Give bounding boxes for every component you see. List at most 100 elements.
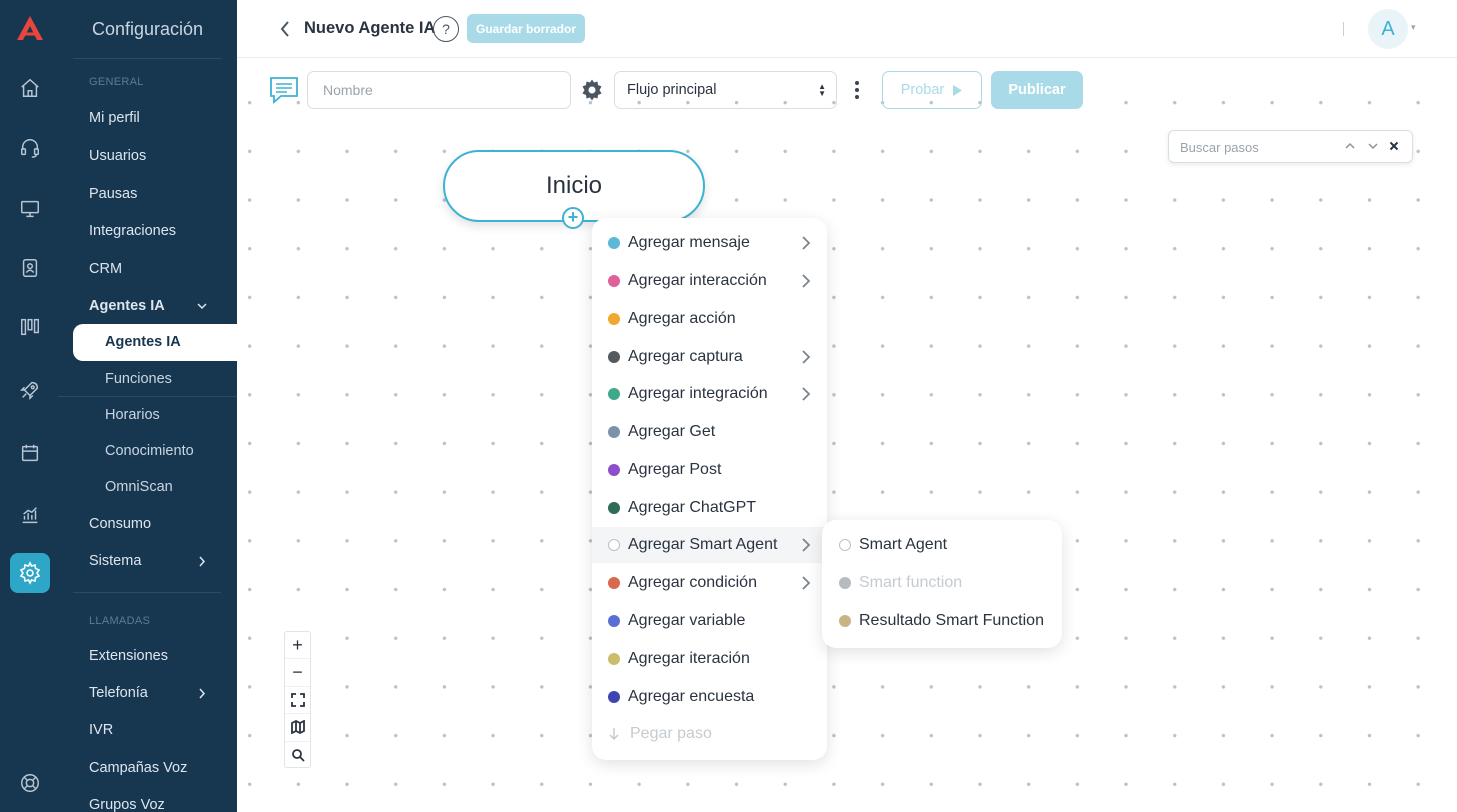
- submenu-item-smart-function-result[interactable]: Resultado Smart Function: [839, 612, 1044, 630]
- nav-item-usage[interactable]: Consumo: [89, 516, 151, 532]
- menu-item-add-survey[interactable]: Agregar encuesta: [592, 679, 827, 715]
- nav-item-system[interactable]: Sistema: [89, 553, 141, 569]
- menu-item-label: Agregar encuesta: [628, 688, 755, 705]
- menu-item-add-get[interactable]: Agregar Get: [592, 414, 827, 450]
- nav-group-ai-agents[interactable]: Agentes IA: [89, 298, 165, 314]
- calendar-icon[interactable]: [17, 440, 43, 466]
- color-dot: [608, 691, 620, 703]
- smart-agent-submenu: Smart Agent Smart function Resultado Sma…: [822, 520, 1062, 648]
- menu-item-add-capture[interactable]: Agregar captura: [592, 339, 827, 375]
- menu-item-add-integration[interactable]: Agregar integración: [592, 376, 827, 412]
- section-general: GENERAL: [89, 76, 144, 88]
- chevron-right-icon: [802, 576, 811, 590]
- kanban-icon[interactable]: [17, 314, 43, 340]
- help-icon[interactable]: ?: [433, 16, 459, 42]
- menu-item-label: Agregar Get: [628, 423, 716, 440]
- search-steps-input[interactable]: Buscar pasos: [1180, 140, 1259, 155]
- menu-item-add-message[interactable]: Agregar mensaje: [592, 225, 827, 261]
- zoom-controls: + −: [284, 631, 311, 768]
- agent-name-input[interactable]: [307, 71, 571, 109]
- save-draft-button[interactable]: Guardar borrador: [467, 14, 585, 43]
- nav-sub-schedules[interactable]: Horarios: [105, 407, 160, 423]
- nav-item-crm[interactable]: CRM: [89, 261, 122, 277]
- test-button[interactable]: Probar: [882, 71, 982, 109]
- color-dot: [608, 351, 620, 363]
- chevron-down-icon[interactable]: [1367, 141, 1379, 151]
- menu-item-paste-step[interactable]: Pegar paso: [592, 716, 827, 752]
- chevron-right-icon: [199, 556, 206, 567]
- nav-sub-knowledge[interactable]: Conocimiento: [105, 443, 194, 459]
- caret-down-icon[interactable]: ▾: [1411, 22, 1416, 33]
- contacts-icon[interactable]: [17, 255, 43, 281]
- nav-sub-functions[interactable]: Funciones: [105, 371, 172, 387]
- minimap-icon[interactable]: [285, 714, 310, 742]
- menu-item-label: Agregar Smart Agent: [628, 536, 778, 553]
- menu-item-label: Agregar Post: [628, 461, 722, 478]
- submenu-item-smart-agent[interactable]: Smart Agent: [839, 536, 947, 554]
- color-dot: [608, 502, 620, 514]
- menu-item-label: Agregar variable: [628, 612, 746, 629]
- analytics-icon[interactable]: [17, 502, 43, 528]
- flow-select[interactable]: Flujo principal ▲ ▼: [614, 71, 837, 109]
- nav-item-extensions[interactable]: Extensiones: [89, 648, 168, 664]
- menu-item-add-post[interactable]: Agregar Post: [592, 452, 827, 488]
- menu-item-add-iteration[interactable]: Agregar iteración: [592, 641, 827, 677]
- nav-item-users[interactable]: Usuarios: [89, 148, 146, 164]
- section-calls: LLAMADAS: [89, 615, 151, 627]
- menu-item-label: Agregar ChatGPT: [628, 499, 757, 516]
- color-dot: [608, 615, 620, 627]
- nav-sub-ai-agents[interactable]: Agentes IA: [105, 334, 181, 350]
- nav-item-profile[interactable]: Mi perfil: [89, 110, 140, 126]
- settings-icon[interactable]: [10, 553, 50, 593]
- menu-item-add-action[interactable]: Agregar acción: [592, 301, 827, 337]
- zoom-out-icon[interactable]: −: [285, 659, 310, 687]
- nav-item-integrations[interactable]: Integraciones: [89, 223, 176, 239]
- flow-canvas[interactable]: [237, 59, 1457, 812]
- search-steps-box: Buscar pasos: [1168, 130, 1413, 163]
- nav-item-voice-groups[interactable]: Grupos Voz: [89, 797, 165, 812]
- menu-item-label: Agregar integración: [628, 385, 768, 402]
- nav-item-voice-campaigns[interactable]: Campañas Voz: [89, 760, 187, 776]
- divider: [73, 58, 221, 59]
- config-title: Configuración: [92, 19, 204, 39]
- submenu-item-smart-function[interactable]: Smart function: [839, 574, 962, 592]
- color-dot: [608, 313, 620, 325]
- publish-button[interactable]: Publicar: [991, 71, 1083, 109]
- color-dot: [839, 577, 851, 589]
- chat-bubble-icon: [270, 77, 298, 104]
- nav-sub-omniscan[interactable]: OmniScan: [105, 479, 173, 495]
- nav-item-telephony[interactable]: Telefonía: [89, 685, 148, 701]
- monitor-icon[interactable]: [17, 196, 43, 222]
- menu-item-add-smart-agent[interactable]: Agregar Smart Agent: [592, 527, 827, 563]
- nav-item-pauses[interactable]: Pausas: [89, 186, 137, 202]
- more-options-icon[interactable]: [849, 78, 865, 102]
- menu-item-add-variable[interactable]: Agregar variable: [592, 603, 827, 639]
- chevron-up-icon[interactable]: [1344, 141, 1356, 151]
- menu-item-add-interaction[interactable]: Agregar interacción: [592, 263, 827, 299]
- close-icon[interactable]: [1389, 141, 1399, 151]
- rocket-icon[interactable]: [17, 377, 43, 403]
- nav-item-ivr[interactable]: IVR: [89, 722, 113, 738]
- submenu-item-label: Smart Agent: [859, 536, 948, 553]
- headset-icon[interactable]: [17, 135, 43, 161]
- chevron-right-icon: [802, 538, 811, 552]
- logo-icon: [17, 16, 43, 40]
- menu-item-add-chatgpt[interactable]: Agregar ChatGPT: [592, 490, 827, 526]
- menu-item-label: Pegar paso: [630, 725, 712, 742]
- top-bar: Nuevo Agente IA ? Guardar borrador A ▾: [237, 0, 1457, 58]
- search-icon[interactable]: [285, 742, 310, 769]
- menu-item-label: Agregar captura: [628, 348, 743, 365]
- fit-view-icon[interactable]: [285, 687, 310, 715]
- avatar[interactable]: A: [1368, 9, 1408, 49]
- gear-icon[interactable]: [580, 78, 604, 102]
- back-arrow-icon[interactable]: [277, 19, 293, 39]
- chevron-right-icon: [802, 350, 811, 364]
- support-icon[interactable]: [17, 770, 43, 796]
- home-icon[interactable]: [17, 75, 43, 101]
- chevron-right-icon: [802, 236, 811, 250]
- submenu-item-label: Resultado Smart Function: [859, 612, 1044, 629]
- test-button-label: Probar: [900, 82, 945, 98]
- menu-item-add-condition[interactable]: Agregar condición: [592, 565, 827, 601]
- zoom-in-icon[interactable]: +: [285, 632, 310, 660]
- add-step-plus-icon[interactable]: +: [562, 207, 584, 229]
